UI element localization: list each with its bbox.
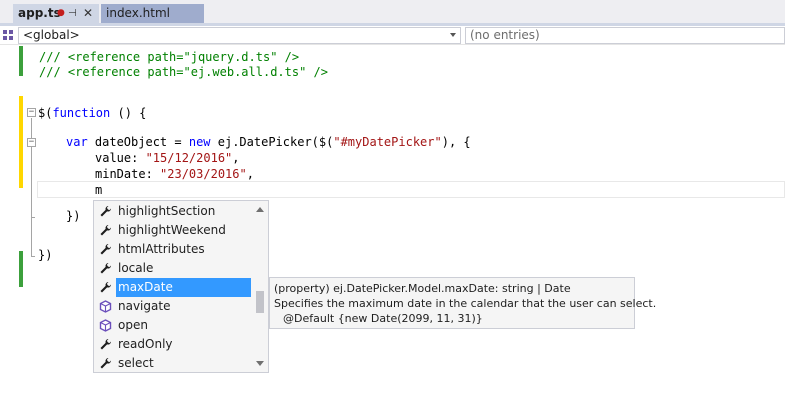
outline-guide-end <box>31 217 35 218</box>
completion-item-label: highlightWeekend <box>118 223 226 237</box>
wrench-icon <box>99 243 112 256</box>
tab-app-ts[interactable]: app.ts ● ⊣ ✕ <box>13 4 99 23</box>
wrench-icon <box>99 224 112 237</box>
completion-item[interactable]: readOnly <box>96 335 253 354</box>
tooltip-signature: (property) ej.DatePicker.Model.maxDate: … <box>274 282 571 295</box>
pin-icon[interactable]: ⊣ <box>68 4 77 23</box>
namespace-icon <box>3 30 14 41</box>
method-cube-icon <box>99 300 112 313</box>
completion-item-label: navigate <box>118 299 171 313</box>
members-dropdown[interactable]: (no entries) <box>465 27 785 44</box>
scrollbar-thumb[interactable] <box>256 291 264 313</box>
scroll-up-arrow-icon[interactable] <box>256 207 264 212</box>
unsaved-dot-icon: ● <box>57 8 65 18</box>
completion-item-label: locale <box>118 261 154 275</box>
wrench-icon <box>99 262 112 275</box>
wrench-icon <box>99 338 112 351</box>
completion-item[interactable]: highlightWeekend <box>96 221 253 240</box>
code-line: minDate: "23/03/2016", <box>95 167 254 181</box>
saved-change-margin <box>19 46 23 76</box>
completion-item[interactable]: select <box>96 354 253 373</box>
completion-item-label: htmlAttributes <box>118 242 205 256</box>
method-cube-icon <box>99 319 112 332</box>
completion-item[interactable]: open <box>96 316 253 335</box>
collapse-toggle[interactable]: − <box>27 138 36 147</box>
code-line: /// <reference path="ej.web.all.d.ts" /> <box>39 65 328 79</box>
code-line: $(function () { <box>38 106 147 120</box>
tab-label: app.ts <box>18 6 61 20</box>
completion-item[interactable]: locale <box>96 259 253 278</box>
code-line: value: "15/12/2016", <box>95 151 240 165</box>
code-line: }) <box>66 209 81 223</box>
completion-item-label: open <box>118 318 148 332</box>
unsaved-change-margin <box>19 96 23 128</box>
code-line: }) <box>38 248 53 262</box>
document-tab-strip: app.ts ● ⊣ ✕ index.html <box>0 0 785 26</box>
close-icon[interactable]: ✕ <box>83 4 93 23</box>
scope-value: <global> <box>23 28 80 42</box>
completion-item-label: highlightSection <box>118 204 216 218</box>
unsaved-change-margin <box>19 128 23 188</box>
tab-label: index.html <box>106 6 170 20</box>
scroll-down-arrow-icon[interactable] <box>256 361 264 366</box>
wrench-icon <box>99 281 112 294</box>
intellisense-completion-list[interactable]: highlightSection highlightWeekend htmlAttr… <box>93 200 269 373</box>
code-line: var dateObject = new ej.DatePicker($("#m… <box>66 135 471 149</box>
tooltip-description: Specifies the maximum date in the calend… <box>274 297 657 310</box>
quick-info-tooltip: (property) ej.DatePicker.Model.maxDate: … <box>269 277 657 329</box>
tooltip-default: @Default {new Date(2099, 11, 31)} <box>283 312 483 325</box>
completion-item[interactable]: highlightSection <box>96 202 253 221</box>
saved-change-margin <box>19 251 23 287</box>
completion-item-label: maxDate <box>116 278 251 297</box>
current-line-highlight <box>37 181 785 198</box>
members-value: (no entries) <box>470 28 540 42</box>
completion-item-label: readOnly <box>118 337 173 351</box>
completion-item[interactable]: maxDate <box>96 278 253 297</box>
chevron-down-icon[interactable] <box>450 33 456 37</box>
completion-item[interactable]: htmlAttributes <box>96 240 253 259</box>
tab-index-html[interactable]: index.html <box>101 4 204 23</box>
code-line: /// <reference path="jquery.d.ts" /> <box>39 50 300 64</box>
collapse-toggle[interactable]: − <box>27 108 36 117</box>
completion-item-label: select <box>118 356 154 370</box>
completion-item[interactable]: navigate <box>96 297 253 316</box>
scope-dropdown[interactable]: <global> <box>18 27 461 44</box>
outline-guide-end <box>31 256 35 257</box>
navigation-bar: <global> (no entries) <box>0 26 785 45</box>
code-line-cursor: m <box>95 183 103 197</box>
wrench-icon <box>99 357 112 370</box>
wrench-icon <box>99 205 112 218</box>
